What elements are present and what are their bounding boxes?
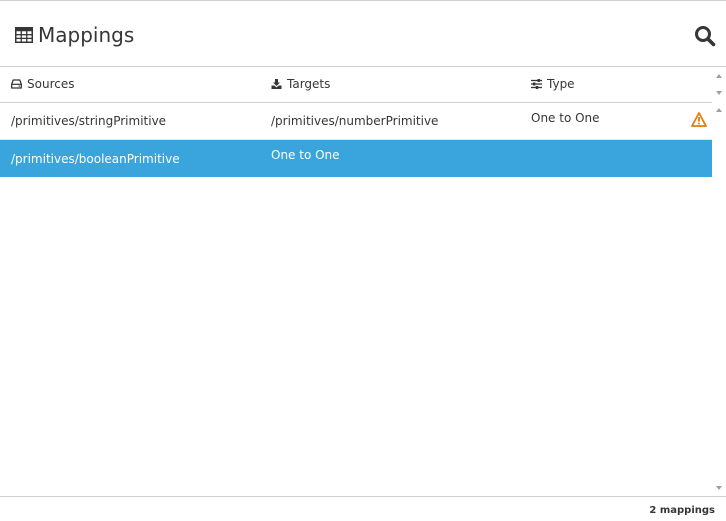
mappings-count: 2 mappings (649, 505, 715, 516)
column-label-sources: Sources (27, 77, 75, 91)
scroll-down-arrow-icon[interactable] (715, 90, 723, 96)
table-row[interactable]: /primitives/stringPrimitive /primitives/… (0, 103, 712, 140)
scrollbar[interactable] (712, 67, 726, 496)
scroll-up-arrow-icon[interactable] (715, 107, 723, 113)
panel-footer: 2 mappings (0, 496, 726, 521)
type-cell: One to One (531, 111, 600, 125)
type-cell: One to One (271, 148, 340, 162)
panel-header: Mappings (0, 2, 726, 67)
page-title: Mappings (38, 23, 135, 47)
scroll-down-arrow-icon[interactable] (715, 485, 723, 491)
source-cell: /primitives/stringPrimitive (11, 114, 167, 128)
table-row-selected[interactable]: /primitives/booleanPrimitive One to One (0, 140, 712, 177)
source-cell: /primitives/booleanPrimitive (11, 152, 180, 166)
hdd-icon (11, 78, 22, 89)
mappings-table-body: /primitives/stringPrimitive /primitives/… (0, 103, 712, 496)
column-label-type: Type (547, 77, 575, 91)
search-icon[interactable] (694, 25, 716, 47)
scroll-up-arrow-icon[interactable] (715, 73, 723, 79)
column-header-row: Sources Targets Type (0, 67, 712, 103)
target-cell: /primitives/numberPrimitive (271, 114, 439, 128)
column-header-sources[interactable]: Sources (11, 67, 74, 102)
sliders-icon (531, 78, 542, 89)
warning-icon[interactable] (691, 112, 707, 127)
download-icon (271, 78, 282, 89)
column-header-type[interactable]: Type (531, 67, 575, 102)
table-icon (15, 27, 33, 43)
mappings-panel: Mappings Sources Targets Type /primitive… (0, 0, 726, 521)
column-header-targets[interactable]: Targets (271, 67, 330, 102)
column-label-targets: Targets (287, 77, 331, 91)
